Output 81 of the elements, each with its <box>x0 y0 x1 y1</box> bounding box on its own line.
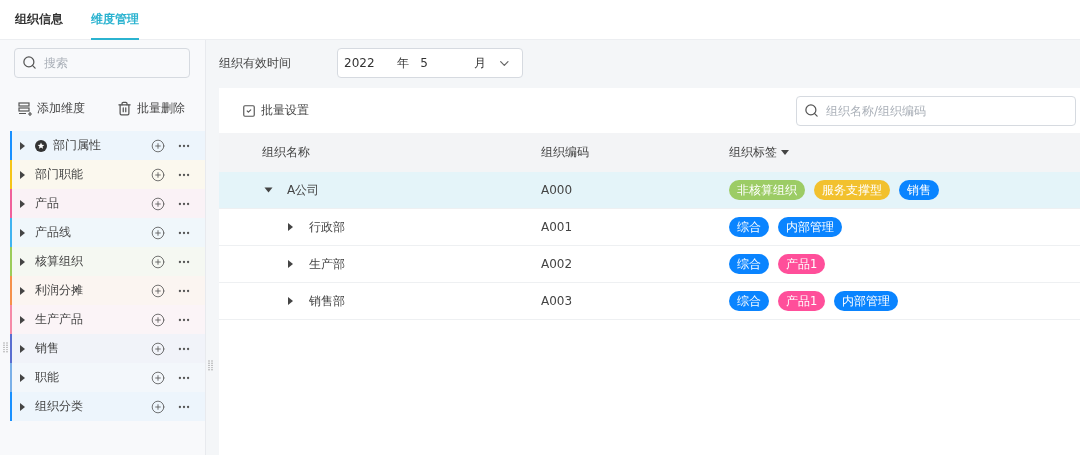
add-button[interactable]: 添加维度 <box>18 100 85 117</box>
dimension-label: 产品 <box>35 195 60 212</box>
tag: 非核算组织 <box>729 180 805 200</box>
dimension-label: 组织分类 <box>35 398 84 415</box>
filter-label: 组织有效时间 <box>219 54 292 72</box>
dimension-item[interactable]: 销售 <box>10 334 205 363</box>
caret-icon[interactable] <box>264 187 273 193</box>
column-header: 组织编码 <box>541 144 589 161</box>
dimension-item[interactable]: 产品线 <box>10 218 205 247</box>
caret-icon <box>20 315 25 324</box>
dimension-label: 核算组织 <box>35 253 84 270</box>
dimension-label: 职能 <box>35 369 60 386</box>
tag: 内部管理 <box>778 217 842 237</box>
org-code: A001 <box>541 220 573 234</box>
caret-icon <box>20 344 25 353</box>
caret-icon[interactable] <box>288 260 293 268</box>
tag: 综合 <box>729 291 769 311</box>
caret-icon <box>20 170 25 179</box>
trash-icon <box>117 101 132 116</box>
grip-icon[interactable] <box>208 360 213 371</box>
caret-icon <box>20 373 25 382</box>
dimension-label: 利润分摊 <box>35 282 84 299</box>
dimension-label: 部门属性 <box>53 137 102 154</box>
caret-icon <box>20 257 25 266</box>
caret-icon[interactable] <box>288 223 293 231</box>
tag: 产品1 <box>778 291 826 311</box>
dimension-label: 产品线 <box>35 224 72 241</box>
caret-icon <box>20 199 25 208</box>
search-icon <box>804 102 819 118</box>
dimension-item[interactable]: 核算组织 <box>10 247 205 276</box>
tag: 服务支撑型 <box>814 180 890 200</box>
checkbox-icon <box>242 103 256 118</box>
add-icon[interactable] <box>151 254 165 269</box>
dimension-item[interactable]: 部门属性 <box>10 131 205 160</box>
caret-icon <box>20 141 25 150</box>
add-icon[interactable] <box>151 312 165 327</box>
org-code: A002 <box>541 257 573 271</box>
delete-button[interactable]: 批量删除 <box>117 100 185 117</box>
tag: 综合 <box>729 217 769 237</box>
dimension-label: 部门职能 <box>35 166 84 183</box>
add-icon[interactable] <box>151 196 165 211</box>
dimension-item[interactable]: 部门职能 <box>10 160 205 189</box>
add-icon[interactable] <box>151 167 165 182</box>
batch-set-button[interactable]: 批量设置 <box>242 102 309 119</box>
caret-icon <box>20 286 25 295</box>
caret-icon[interactable] <box>288 297 293 305</box>
dimension-item[interactable]: 组织分类 <box>10 392 205 421</box>
org-code: A003 <box>541 294 573 308</box>
add-icon[interactable] <box>151 138 165 153</box>
tag: 内部管理 <box>834 291 899 311</box>
dimension-item[interactable]: 产品 <box>10 189 205 218</box>
month-picker[interactable]: 2022 年 5 月 <box>337 48 523 78</box>
add-icon[interactable] <box>151 341 165 356</box>
org-name: A公司 <box>287 181 320 199</box>
add-icon[interactable] <box>151 399 165 414</box>
dimension-item[interactable]: 职能 <box>10 363 205 392</box>
org-name: 生产部 <box>309 255 345 273</box>
dimension-item[interactable]: 生产产品 <box>10 305 205 334</box>
search-icon <box>22 55 37 70</box>
grip-icon[interactable] <box>3 342 8 353</box>
column-header[interactable]: 组织标签 <box>729 144 789 161</box>
tab[interactable]: 组织信息 <box>15 0 63 40</box>
list-add-icon <box>18 101 32 116</box>
caret-down-icon <box>781 150 789 155</box>
caret-icon <box>20 228 25 237</box>
org-code: A000 <box>541 183 573 197</box>
dimension-item[interactable]: 利润分摊 <box>10 276 205 305</box>
column-header: 组织名称 <box>262 144 310 161</box>
org-name: 销售部 <box>309 292 345 310</box>
caret-icon <box>20 402 25 411</box>
add-icon[interactable] <box>151 283 165 298</box>
search-field[interactable]: 搜索 <box>14 48 190 78</box>
search-field[interactable]: 组织名称/组织编码 <box>796 95 1076 126</box>
org-name: 行政部 <box>309 218 345 236</box>
tag: 产品1 <box>778 254 826 274</box>
add-icon[interactable] <box>151 225 165 240</box>
tag: 综合 <box>729 254 769 274</box>
dimension-label: 生产产品 <box>35 311 84 328</box>
add-icon[interactable] <box>151 370 165 385</box>
dimension-label: 销售 <box>35 340 60 357</box>
tag: 销售 <box>899 180 939 200</box>
